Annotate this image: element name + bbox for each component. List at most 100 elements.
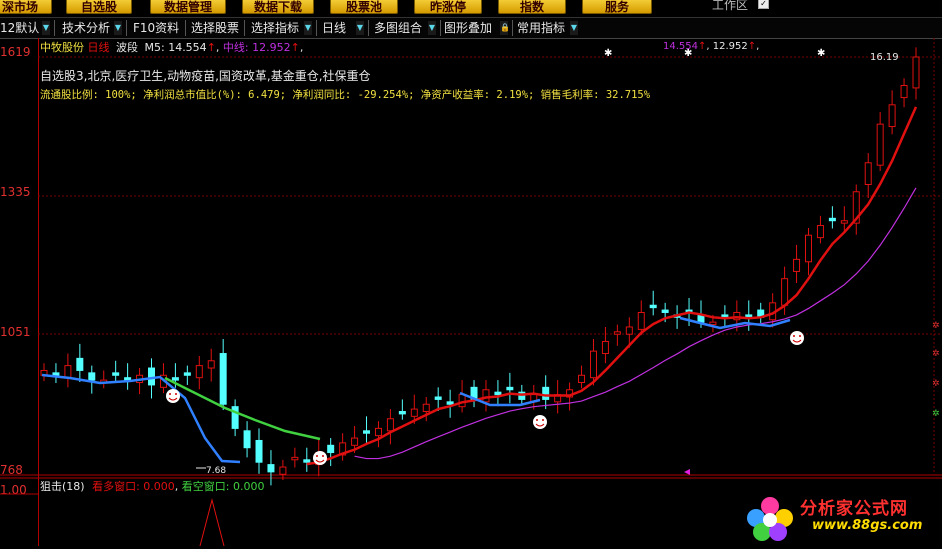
star-icon: ✱ bbox=[817, 48, 825, 59]
candle-body[interactable] bbox=[709, 321, 717, 326]
candle-body[interactable] bbox=[374, 427, 382, 437]
candle-body[interactable] bbox=[124, 377, 132, 381]
candle-body[interactable] bbox=[64, 365, 72, 379]
toolbar-f10[interactable]: F10资料 bbox=[133, 20, 179, 36]
candle-body[interactable] bbox=[148, 367, 156, 386]
candle-body[interactable] bbox=[410, 408, 418, 417]
marker-icon: ✲ bbox=[932, 379, 940, 389]
candle-body[interactable] bbox=[506, 386, 514, 391]
candle-body[interactable] bbox=[255, 439, 263, 463]
smiley-icon[interactable] bbox=[166, 389, 180, 403]
long-window-value: 看多窗口: 0.000 bbox=[92, 480, 175, 493]
candle-body[interactable] bbox=[625, 326, 633, 335]
chevron-down-icon[interactable]: ▼ bbox=[42, 21, 50, 35]
candle-body[interactable] bbox=[243, 430, 251, 449]
candle-body[interactable] bbox=[446, 401, 454, 405]
short-window-value: 看空窗口: 0.000 bbox=[181, 480, 265, 493]
marker-icon: ✲ bbox=[932, 349, 940, 359]
candle-body[interactable] bbox=[613, 331, 621, 335]
candle-body[interactable] bbox=[219, 353, 227, 405]
candle-body[interactable] bbox=[458, 394, 466, 408]
candle-body[interactable] bbox=[840, 220, 848, 224]
toolbar-multi-chart[interactable]: 多图组合 bbox=[374, 20, 422, 36]
candle-body[interactable] bbox=[589, 350, 597, 379]
low-price-label: 7.68 bbox=[206, 466, 226, 476]
price-chart[interactable]: ✱ ✱ ✱ ✲ ✲ ✲ ✲ 16.19 7.68 bbox=[0, 38, 942, 546]
candle-body[interactable] bbox=[398, 410, 406, 415]
candle-body[interactable] bbox=[171, 377, 179, 381]
candle-body[interactable] bbox=[88, 372, 96, 381]
chevron-down-icon[interactable]: ▼ bbox=[356, 21, 364, 35]
candle-body[interactable] bbox=[52, 372, 60, 376]
candle-body[interactable] bbox=[900, 84, 908, 99]
sub-indicator-name[interactable]: 狙击 bbox=[40, 480, 62, 493]
marker-icon: ✲ bbox=[932, 409, 940, 419]
candle-body[interactable] bbox=[578, 374, 586, 384]
financial-summary: 流通股比例: 100%; 净利润总市值比(%): 6.479; 净利润同比: -… bbox=[40, 89, 651, 101]
candle-body[interactable] bbox=[793, 258, 801, 272]
chevron-down-icon[interactable]: ▼ bbox=[114, 21, 122, 35]
candle-body[interactable] bbox=[76, 357, 84, 371]
candle-body[interactable] bbox=[267, 464, 275, 473]
candle-body[interactable] bbox=[327, 444, 335, 454]
up-arrow-icon: ↑ bbox=[698, 41, 707, 52]
candle-body[interactable] bbox=[637, 311, 645, 330]
candle-body[interactable] bbox=[351, 437, 359, 446]
candle-body[interactable] bbox=[303, 459, 311, 463]
candle-body[interactable] bbox=[207, 360, 215, 369]
candle-body[interactable] bbox=[482, 389, 490, 403]
chevron-down-icon[interactable]: ▼ bbox=[304, 21, 312, 35]
toolbar-select-stock[interactable]: 选择股票 bbox=[191, 20, 239, 36]
candle-body[interactable] bbox=[804, 234, 812, 263]
right-mid-value: 12.952 bbox=[712, 41, 748, 52]
candle-body[interactable] bbox=[912, 56, 920, 89]
nav-index-button[interactable]: 指数 bbox=[498, 0, 566, 14]
candle-body[interactable] bbox=[601, 340, 609, 355]
toolbar-default[interactable]: 12默认 bbox=[0, 20, 39, 36]
indicator-name[interactable]: 波段 bbox=[116, 41, 138, 54]
toolbar-select-indicator[interactable]: 选择指标 bbox=[251, 20, 299, 36]
workarea-checkbox[interactable]: ✓ bbox=[758, 0, 769, 9]
candle-body[interactable] bbox=[279, 466, 287, 475]
candle-body[interactable] bbox=[542, 386, 550, 400]
toolbar-tech-analysis[interactable]: 技术分析 bbox=[62, 20, 110, 36]
toolbar-daily[interactable]: 日线 bbox=[322, 20, 346, 36]
candle-body[interactable] bbox=[828, 217, 836, 222]
candle-body[interactable] bbox=[112, 372, 120, 376]
candle-body[interactable] bbox=[291, 456, 299, 461]
nav-data-download-button[interactable]: 数据下载 bbox=[242, 0, 314, 14]
candle-body[interactable] bbox=[494, 391, 502, 396]
candle-body[interactable] bbox=[183, 372, 191, 376]
chevron-down-icon[interactable]: ▼ bbox=[570, 21, 578, 35]
chevron-down-icon[interactable]: ▼ bbox=[428, 21, 436, 35]
nav-service-button[interactable]: 服务 bbox=[582, 0, 652, 14]
toolbar-divider bbox=[316, 20, 317, 36]
candle-body[interactable] bbox=[876, 123, 884, 166]
up-arrow-icon: ↑ bbox=[290, 41, 300, 54]
candle-body[interactable] bbox=[661, 309, 669, 313]
toolbar-overlay[interactable]: 图形叠加 bbox=[444, 20, 492, 36]
candle-body[interactable] bbox=[363, 430, 371, 434]
indicator-header: 中牧股份 日线 波段 M5: 14.554↑, 中线: 12.952↑, bbox=[40, 41, 304, 54]
nav-data-manage-button[interactable]: 数据管理 bbox=[150, 0, 226, 14]
candle-body[interactable] bbox=[864, 162, 872, 186]
candle-body[interactable] bbox=[649, 304, 657, 309]
candle-body[interactable] bbox=[386, 418, 394, 432]
smiley-icon[interactable] bbox=[533, 415, 547, 429]
smiley-icon[interactable] bbox=[790, 331, 804, 345]
candle-body[interactable] bbox=[195, 365, 203, 379]
workarea-label[interactable]: 工作区 bbox=[712, 0, 748, 13]
candle-body[interactable] bbox=[888, 104, 896, 128]
stock-name[interactable]: 中牧股份 bbox=[40, 41, 84, 54]
candle-body[interactable] bbox=[816, 225, 824, 239]
nav-limit-up-button[interactable]: 昨涨停 bbox=[414, 0, 482, 14]
nav-stock-pool-button[interactable]: 股票池 bbox=[330, 0, 398, 14]
toolbar-common-indicators[interactable]: 常用指标 bbox=[517, 20, 565, 36]
lock-icon[interactable]: 🔒 bbox=[500, 21, 510, 35]
smiley-icon[interactable] bbox=[313, 451, 327, 465]
candle-body[interactable] bbox=[781, 278, 789, 306]
nav-market-button[interactable]: 深市场 bbox=[0, 0, 52, 14]
candle-body[interactable] bbox=[434, 396, 442, 400]
nav-watchlist-button[interactable]: 自选股 bbox=[66, 0, 132, 14]
candle-body[interactable] bbox=[422, 403, 430, 412]
